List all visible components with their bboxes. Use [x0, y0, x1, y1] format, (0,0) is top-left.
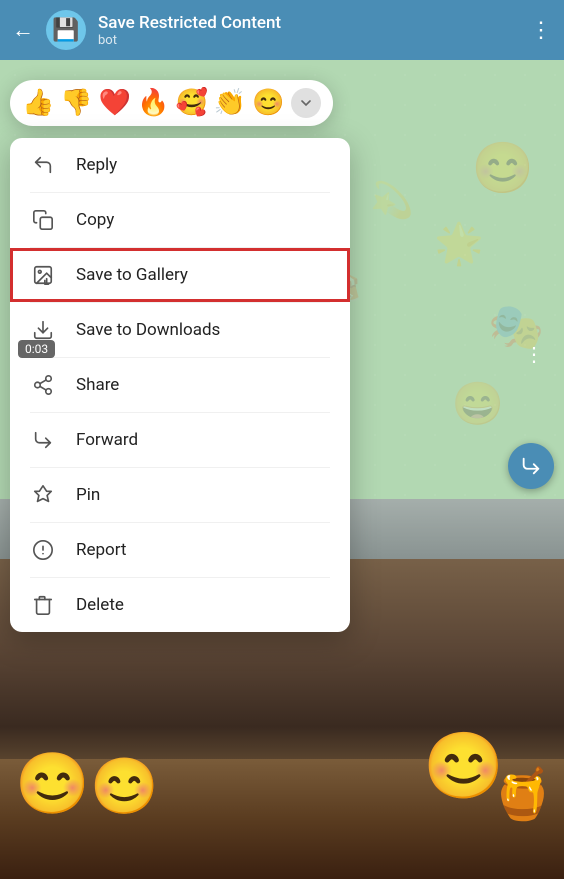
delete-icon [30, 592, 56, 618]
menu-item-reply[interactable]: Reply [10, 138, 350, 192]
reaction-fire[interactable]: 🔥 [137, 88, 169, 118]
forward-label: Forward [76, 430, 138, 450]
context-overlay: ✓ BAS (days) 1:18 PM 👍 👎 ❤️ 🔥 🥰 👏 😊 [0, 60, 564, 879]
chat-header: ← 💾 Save Restricted Content bot ⋮ [0, 0, 564, 60]
menu-item-save-gallery[interactable]: Save to Gallery [10, 248, 350, 302]
menu-item-copy[interactable]: Copy [10, 193, 350, 247]
context-menu: Reply Copy [10, 138, 350, 632]
reaction-smiling[interactable]: 🥰 [176, 88, 208, 118]
chat-background: 😊 🌟 🎭 💫 😄 🎪 😊 😊 😊 🍯 0:03 ⋮ [0, 60, 564, 879]
pin-label: Pin [76, 485, 100, 505]
copy-icon [30, 207, 56, 233]
reaction-thumbsdown[interactable]: 👎 [60, 88, 92, 118]
chat-title: Save Restricted Content [98, 13, 518, 33]
avatar: 💾 [46, 10, 86, 50]
menu-item-share[interactable]: Share [10, 358, 350, 412]
forward-icon [30, 427, 56, 453]
menu-item-report[interactable]: Report [10, 523, 350, 577]
video-options[interactable]: ⋮ [524, 342, 546, 366]
copy-label: Copy [76, 210, 114, 230]
expand-reactions-button[interactable] [291, 88, 321, 118]
save-downloads-label: Save to Downloads [76, 320, 220, 340]
more-options-button[interactable]: ⋮ [530, 18, 552, 43]
share-label: Share [76, 375, 119, 395]
reaction-thumbsup[interactable]: 👍 [22, 88, 54, 118]
chat-subtitle: bot [98, 33, 518, 48]
menu-item-save-downloads[interactable]: Save to Downloads [10, 303, 350, 357]
save-gallery-label: Save to Gallery [76, 265, 188, 285]
reaction-clap[interactable]: 👏 [214, 88, 246, 118]
video-timer: 0:03 [18, 340, 55, 358]
report-label: Report [76, 540, 126, 560]
reply-label: Reply [76, 155, 117, 175]
delete-label: Delete [76, 595, 124, 615]
share-icon [30, 372, 56, 398]
back-button[interactable]: ← [12, 17, 34, 43]
report-icon [30, 537, 56, 563]
menu-item-pin[interactable]: Pin [10, 468, 350, 522]
save-gallery-icon [30, 262, 56, 288]
menu-item-forward[interactable]: Forward [10, 413, 350, 467]
reply-icon [30, 152, 56, 178]
emoji-reaction-bar: 👍 👎 ❤️ 🔥 🥰 👏 😊 [10, 80, 333, 126]
menu-item-delete[interactable]: Delete [10, 578, 350, 632]
forward-button[interactable] [508, 443, 554, 489]
reaction-grin[interactable]: 😊 [252, 88, 284, 118]
reaction-heart[interactable]: ❤️ [99, 88, 131, 118]
pin-icon [30, 482, 56, 508]
header-info: Save Restricted Content bot [98, 13, 518, 48]
